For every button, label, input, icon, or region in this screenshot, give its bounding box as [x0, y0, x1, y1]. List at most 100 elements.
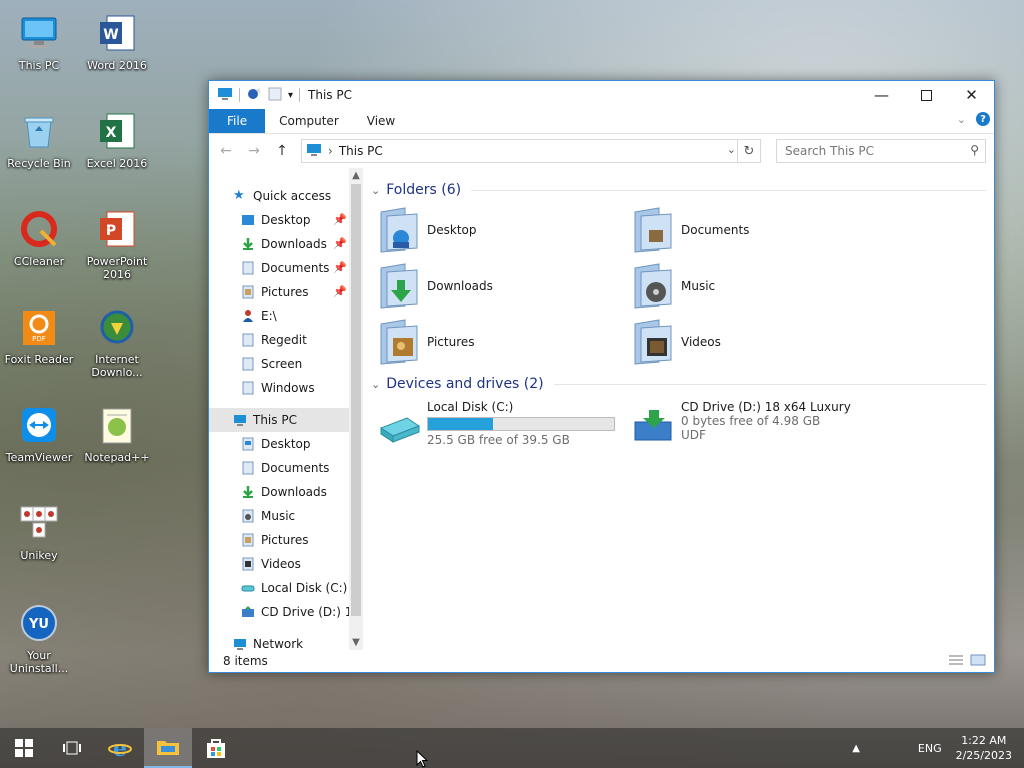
folder-tile-downloads[interactable]: Downloads — [377, 258, 631, 314]
nav-quick-desktop[interactable]: Desktop 📌 — [209, 208, 349, 232]
desktop-icon-label: Foxit Reader — [4, 353, 74, 366]
start-button[interactable] — [0, 728, 48, 768]
tab-file[interactable]: File — [209, 109, 266, 133]
clock[interactable]: 1:22 AM 2/25/2023 — [944, 733, 1024, 763]
folder-tile-desktop[interactable]: Desktop — [377, 202, 631, 258]
chevron-down-icon[interactable]: ⌄ — [371, 184, 380, 197]
chevron-down-icon[interactable]: ⌄ — [371, 378, 380, 391]
folders-group-header[interactable]: ⌄ Folders (6) — [371, 178, 994, 202]
minimize-button[interactable]: — — [859, 81, 904, 109]
drive-tile-cd-drive-d[interactable]: CD Drive (D:) 18 x64 Luxury 0 bytes free… — [631, 400, 885, 447]
pin-icon[interactable]: 📌 — [333, 213, 347, 226]
nav-pc-desktop[interactable]: Desktop — [209, 432, 349, 456]
desktop-icon-word[interactable]: W Word 2016 — [80, 10, 154, 72]
desktop-icon-ccleaner[interactable]: CCleaner — [2, 206, 76, 268]
nav-quick-windows[interactable]: Windows — [209, 376, 349, 400]
desktop-icon-recycle-bin[interactable]: Recycle Bin — [2, 108, 76, 170]
show-hidden-icons-chevron-icon[interactable]: ▲ — [852, 743, 860, 754]
desktop-icon-internet-download-manager[interactable]: Internet Downlo... — [80, 304, 154, 379]
breadcrumb[interactable]: This PC — [339, 144, 383, 158]
tab-computer[interactable]: Computer — [265, 109, 353, 133]
nav-pc-pictures[interactable]: Pictures — [209, 528, 349, 552]
breadcrumb-chevron-icon[interactable]: › — [328, 144, 333, 158]
nav-label: CD Drive (D:) 18 — [261, 605, 349, 619]
nav-pc-local-disk-c[interactable]: Local Disk (C:) — [209, 576, 349, 600]
large-icons-view-icon[interactable] — [970, 654, 986, 669]
nav-quick-pictures[interactable]: Pictures 📌 — [209, 280, 349, 304]
folder-tile-documents[interactable]: Documents — [631, 202, 885, 258]
up-button[interactable]: ↑ — [273, 143, 291, 159]
search-input[interactable]: Search This PC — [785, 144, 874, 158]
windows-logo-icon — [15, 739, 33, 757]
nav-pc-downloads[interactable]: Downloads — [209, 480, 349, 504]
svg-text:W: W — [103, 27, 118, 43]
pin-icon[interactable]: 📌 — [333, 237, 347, 250]
nav-label: Screen — [261, 357, 303, 371]
notepad-plus-plus-icon — [94, 402, 140, 448]
desktop-icon-powerpoint[interactable]: P PowerPoint 2016 — [80, 206, 154, 281]
taskbar-store[interactable] — [192, 728, 240, 768]
nav-pc-videos[interactable]: Videos — [209, 552, 349, 576]
folder-tile-music[interactable]: Music — [631, 258, 885, 314]
address-dropdown-icon[interactable]: ⌄ — [727, 143, 736, 156]
nav-quick-screen[interactable]: Screen — [209, 352, 349, 376]
nav-quick-documents[interactable]: Documents 📌 — [209, 256, 349, 280]
nav-pc-cd-drive-d[interactable]: CD Drive (D:) 18 — [209, 600, 349, 624]
nav-pane-scrollbar[interactable]: ▲ ▼ — [349, 168, 363, 650]
nav-quick-downloads[interactable]: Downloads 📌 — [209, 232, 349, 256]
pin-icon[interactable]: 📌 — [333, 285, 347, 298]
details-view-icon[interactable] — [948, 654, 964, 669]
desktop-icon-excel[interactable]: X Excel 2016 — [80, 108, 154, 170]
group-title: Folders (6) — [386, 182, 462, 198]
taskbar-file-explorer[interactable] — [144, 728, 192, 768]
maximize-button[interactable] — [904, 81, 949, 109]
refresh-button[interactable]: ↻ — [737, 140, 760, 162]
expand-ribbon-chevron-icon[interactable]: ⌄ — [957, 113, 966, 126]
videos-folder-icon — [634, 319, 672, 365]
nav-network[interactable]: Network — [209, 632, 349, 650]
desktop-icon-unikey[interactable]: Unikey — [2, 500, 76, 562]
properties-icon[interactable] — [246, 87, 262, 104]
downloads-folder-icon — [243, 238, 253, 250]
nav-quick-e-drive[interactable]: E:\ — [209, 304, 349, 328]
desktop-icon-your-uninstaller[interactable]: YU Your Uninstall... — [2, 600, 76, 675]
task-view-button[interactable] — [48, 728, 96, 768]
taskbar-internet-explorer[interactable]: e — [96, 728, 144, 768]
nav-quick-regedit[interactable]: Regedit — [209, 328, 349, 352]
tab-view[interactable]: View — [353, 109, 409, 133]
desktop-icon-foxit-reader[interactable]: PDF Foxit Reader — [2, 304, 76, 366]
star-icon: ★ — [233, 188, 245, 203]
nav-label: Music — [261, 509, 296, 523]
folder-tile-pictures[interactable]: Pictures — [377, 314, 631, 370]
nav-pc-documents[interactable]: Documents — [209, 456, 349, 480]
scroll-up-arrow-icon[interactable]: ▲ — [349, 170, 363, 181]
search-icon: ⚲ — [970, 143, 979, 157]
drive-tile-local-disk-c[interactable]: Local Disk (C:) 25.5 GB free of 39.5 GB — [377, 400, 631, 447]
folder-tile-videos[interactable]: Videos — [631, 314, 885, 370]
scroll-down-arrow-icon[interactable]: ▼ — [349, 637, 363, 648]
scrollbar-thumb[interactable] — [351, 184, 361, 616]
nav-label: Documents — [261, 261, 330, 275]
pin-icon[interactable]: 📌 — [333, 261, 347, 274]
close-button[interactable]: ✕ — [949, 81, 994, 109]
window-title: This PC — [308, 88, 352, 102]
new-folder-icon[interactable] — [268, 87, 282, 104]
search-box[interactable]: Search This PC ⚲ — [776, 139, 986, 163]
back-button[interactable]: ← — [217, 143, 235, 159]
drives-group-header[interactable]: ⌄ Devices and drives (2) — [371, 372, 994, 396]
nav-quick-access[interactable]: ★ Quick access — [209, 184, 349, 208]
tile-label: Videos — [681, 335, 721, 349]
ribbon-tabs: File Computer View ⌄ ? — [209, 109, 994, 134]
title-bar[interactable]: ▾ This PC — ✕ — [209, 81, 994, 109]
desktop-icon-notepad-plus-plus[interactable]: Notepad++ — [80, 402, 154, 464]
desktop-icon-teamviewer[interactable]: TeamViewer — [2, 402, 76, 464]
nav-pc-music[interactable]: Music — [209, 504, 349, 528]
desktop-icon-this-pc[interactable]: This PC — [2, 10, 76, 72]
nav-this-pc[interactable]: This PC — [209, 408, 349, 432]
excel-icon: X — [94, 108, 140, 154]
address-bar[interactable]: › This PC ⌄ ↻ — [301, 139, 761, 163]
customize-toolbar-dropdown-icon[interactable]: ▾ — [288, 90, 293, 101]
forward-button[interactable]: → — [245, 143, 263, 159]
help-icon[interactable]: ? — [976, 112, 990, 126]
language-indicator[interactable]: ENG — [918, 742, 942, 755]
